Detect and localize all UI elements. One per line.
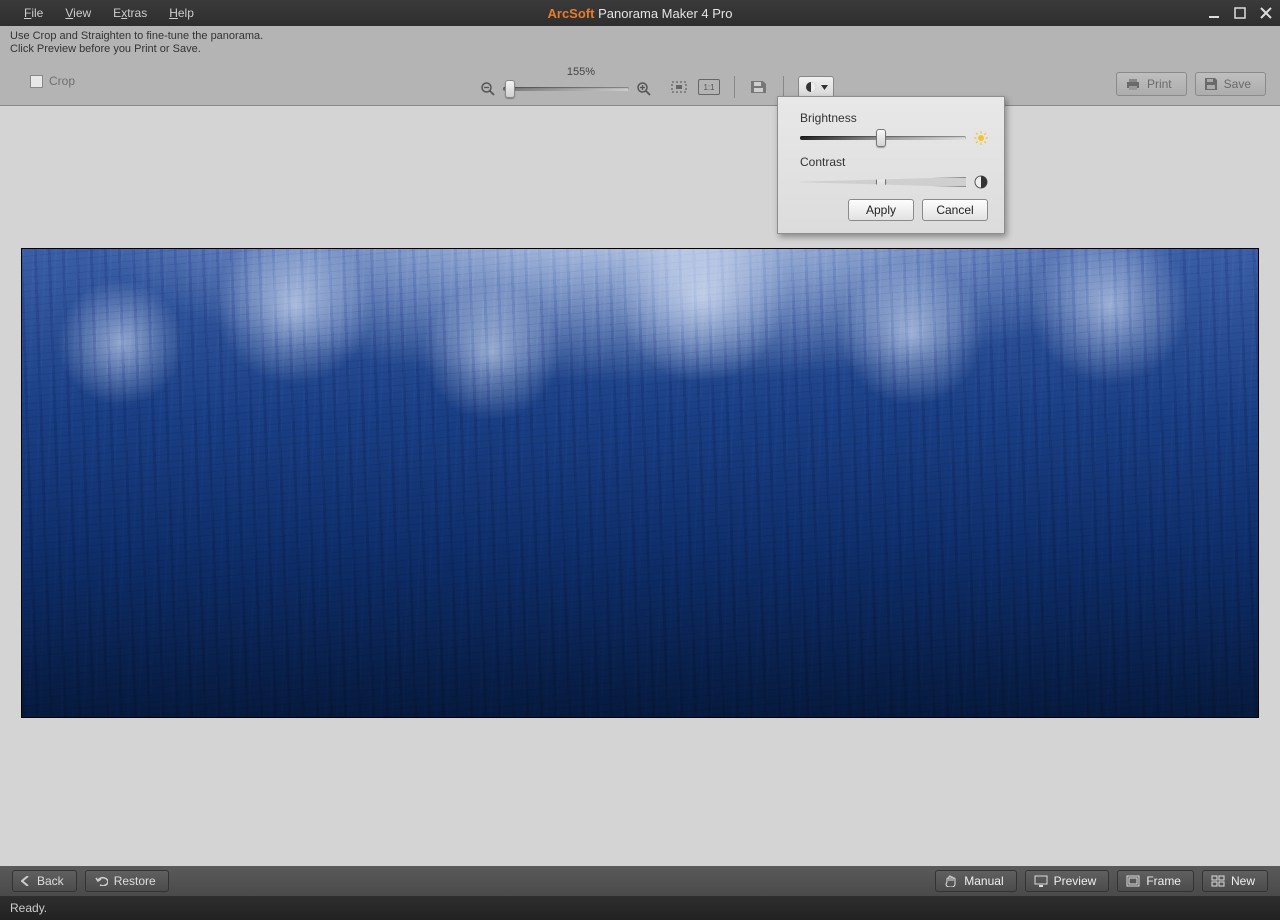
menu-extras[interactable]: Extras	[103, 3, 157, 23]
minimize-button[interactable]	[1206, 5, 1222, 21]
status-bar: Ready.	[0, 896, 1280, 920]
apply-button[interactable]: Apply	[848, 199, 914, 221]
checkbox-icon	[30, 75, 43, 88]
menu-view[interactable]: View	[55, 3, 101, 23]
crop-checkbox[interactable]: Crop	[30, 74, 75, 88]
cancel-button[interactable]: Cancel	[922, 199, 988, 221]
crop-label: Crop	[49, 74, 75, 88]
title-bar: File View Extras Help ArcSoft Panorama M…	[0, 0, 1280, 26]
brightness-label: Brightness	[800, 111, 988, 125]
fit-screen-icon[interactable]	[670, 78, 688, 96]
contrast-slider-thumb[interactable]	[876, 173, 886, 191]
zoom-out-icon[interactable]	[479, 80, 497, 98]
actual-size-button[interactable]: 1:1	[698, 79, 720, 95]
frame-icon	[1126, 875, 1140, 887]
brightness-contrast-panel: Brightness Contrast Apply Cancel	[777, 96, 1005, 234]
menu-file[interactable]: File	[14, 3, 53, 23]
zoom-in-icon[interactable]	[635, 80, 653, 98]
menu-bar: File View Extras Help	[0, 3, 204, 23]
frame-button[interactable]: Frame	[1117, 870, 1194, 892]
monitor-icon	[1034, 875, 1048, 887]
hand-icon	[944, 875, 958, 887]
printer-icon	[1125, 77, 1141, 91]
brightness-slider[interactable]	[800, 136, 966, 140]
save-as-icon[interactable]	[749, 78, 769, 96]
brightness-slider-thumb[interactable]	[876, 129, 886, 147]
save-button[interactable]: Save	[1195, 72, 1266, 96]
diskette-icon	[1204, 77, 1218, 91]
contrast-slider[interactable]	[800, 177, 966, 187]
zoom-value: 155%	[537, 66, 595, 78]
manual-button[interactable]: Manual	[935, 870, 1016, 892]
separator	[783, 76, 784, 98]
window-title: ArcSoft Panorama Maker 4 Pro	[548, 6, 733, 21]
undo-icon	[94, 876, 108, 886]
panorama-image[interactable]	[21, 248, 1259, 718]
canvas-area	[4, 106, 1276, 866]
maximize-button[interactable]	[1232, 5, 1248, 21]
hint-text: Use Crop and Straighten to fine-tune the…	[0, 26, 1280, 60]
contrast-icon	[974, 175, 988, 189]
separator	[734, 76, 735, 98]
menu-help[interactable]: Help	[159, 3, 204, 23]
new-button[interactable]: New	[1202, 870, 1268, 892]
zoom-slider-thumb[interactable]	[505, 80, 515, 98]
grid-icon	[1211, 875, 1225, 887]
contrast-label: Contrast	[800, 155, 988, 169]
sun-icon	[974, 131, 988, 145]
zoom-slider[interactable]	[503, 87, 629, 91]
close-button[interactable]	[1258, 5, 1274, 21]
toolbar: Crop 155% 1:1	[0, 60, 1280, 106]
preview-button[interactable]: Preview	[1025, 870, 1110, 892]
restore-button[interactable]: Restore	[85, 870, 169, 892]
print-button[interactable]: Print	[1116, 72, 1187, 96]
bottom-bar: Back Restore Manual Preview Frame New	[0, 866, 1280, 896]
back-button[interactable]: Back	[12, 870, 77, 892]
brightness-contrast-dropdown[interactable]	[798, 76, 834, 98]
arrow-left-icon	[21, 876, 31, 886]
status-text: Ready.	[10, 901, 47, 915]
